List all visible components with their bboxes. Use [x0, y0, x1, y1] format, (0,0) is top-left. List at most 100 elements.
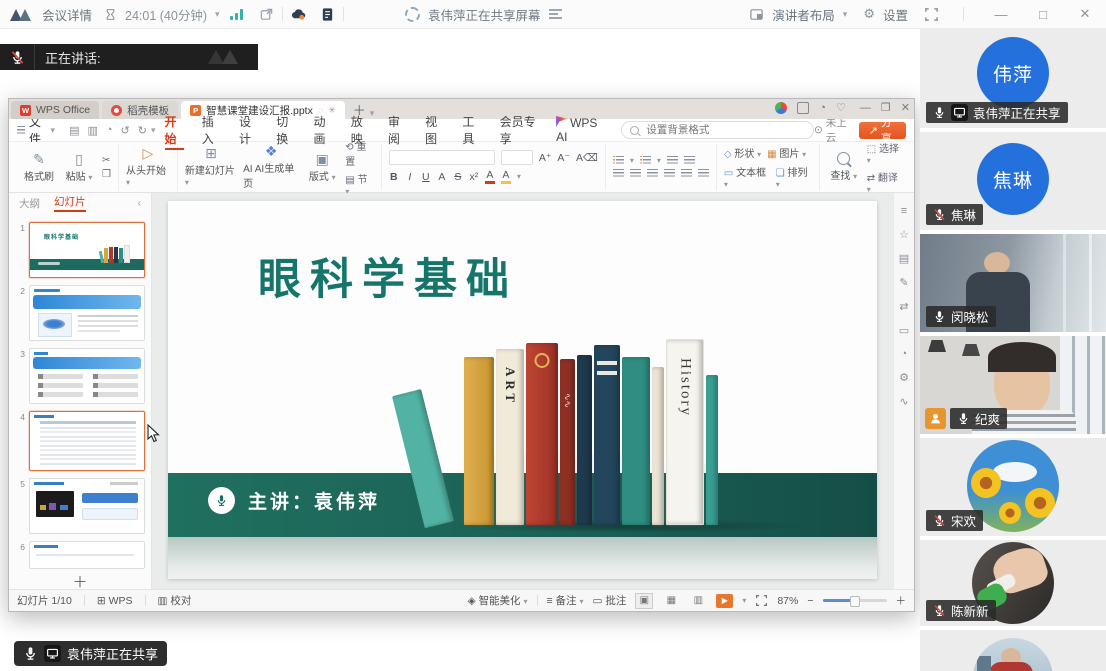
menu-transition[interactable]: 切换: [267, 113, 304, 147]
sharing-detail-icon[interactable]: [549, 9, 562, 19]
decrease-font-icon[interactable]: A⁻: [557, 152, 570, 164]
slideshow-button[interactable]: ▶: [716, 594, 733, 608]
find-button[interactable]: 查找 ▾: [827, 152, 861, 182]
menu-home[interactable]: 开始: [156, 113, 193, 147]
indent-icon[interactable]: [684, 156, 695, 165]
popout-icon[interactable]: [259, 7, 274, 22]
reading-view-button[interactable]: ▥: [689, 593, 707, 609]
font-color-button[interactable]: A: [485, 169, 495, 184]
italic-button[interactable]: I: [405, 171, 415, 183]
thumbnail-slide-6[interactable]: [29, 541, 145, 569]
thumbnail-slide-5[interactable]: [29, 478, 145, 534]
sharing-overlay-chip[interactable]: 袁伟萍正在共享: [14, 641, 167, 666]
sync-status-icon[interactable]: ◔: [819, 102, 826, 114]
tab-outline[interactable]: 大纲: [19, 196, 40, 211]
font-size-select[interactable]: [501, 150, 533, 165]
fit-window-icon[interactable]: [755, 594, 768, 607]
slide-canvas[interactable]: 眼科学基础: [168, 201, 877, 579]
participant-tile-jishuang[interactable]: 纪爽: [920, 336, 1106, 434]
layout-button[interactable]: ▣版式 ▾: [305, 152, 339, 183]
cloud-status[interactable]: ⊙ 未上云: [814, 115, 849, 145]
tab-slides[interactable]: 幻灯片: [54, 194, 86, 212]
print-icon[interactable]: ▥: [87, 124, 97, 137]
command-search[interactable]: [621, 121, 814, 139]
thumbnail-slide-1[interactable]: 眼科学基础: [29, 222, 145, 278]
strikethrough-button[interactable]: S: [453, 171, 463, 183]
fullscreen-icon[interactable]: [924, 7, 939, 22]
participant-tile-minxiaosong[interactable]: 闵晓松: [920, 234, 1106, 332]
zoom-level[interactable]: 87%: [777, 595, 798, 607]
redo-icon[interactable]: ↻: [138, 124, 147, 137]
proofing-button[interactable]: ▥ 校对: [158, 593, 192, 608]
meeting-details-button[interactable]: 会议详情: [42, 5, 92, 24]
undo-icon[interactable]: ↺: [121, 124, 130, 137]
tab-wps-office[interactable]: W WPS Office: [11, 101, 99, 119]
font-name-select[interactable]: [389, 150, 495, 165]
arrange-button[interactable]: ❏ 排列 ▾: [776, 164, 812, 190]
collapse-panel-icon[interactable]: ‹: [138, 197, 142, 209]
notes-button[interactable]: ≡ 备注 ▾: [547, 593, 584, 608]
transition-pane-icon[interactable]: ⇄: [899, 300, 908, 313]
maximize-button[interactable]: □: [1030, 7, 1056, 22]
superscript-button[interactable]: x²: [469, 171, 479, 183]
wps-close-button[interactable]: ✕: [901, 101, 910, 114]
search-input[interactable]: [644, 123, 805, 137]
meeting-timer[interactable]: 24:01 (40分钟): [125, 5, 207, 24]
menu-slideshow[interactable]: 放映: [342, 113, 379, 147]
bold-button[interactable]: B: [389, 171, 399, 183]
history-pane-icon[interactable]: ◔: [901, 348, 908, 360]
underline-button[interactable]: U: [421, 171, 431, 183]
clear-format-icon[interactable]: A⌫: [576, 152, 598, 164]
wps-restore-button[interactable]: ❐: [881, 101, 891, 114]
wps-minimize-button[interactable]: —: [860, 102, 871, 114]
copy-icon[interactable]: ❐: [102, 169, 111, 180]
textbox-button[interactable]: ▭ 文本框 ▾: [724, 164, 770, 190]
participant-tile-chenxinxin[interactable]: 陈新新: [920, 540, 1106, 626]
cloud-record-icon[interactable]: [291, 7, 306, 22]
zoom-out-button[interactable]: −: [807, 595, 813, 607]
meeting-doc-icon[interactable]: [320, 7, 335, 22]
participant-tile-partial[interactable]: [920, 630, 1106, 671]
menu-design[interactable]: 设计: [230, 113, 267, 147]
menu-member[interactable]: 会员专享: [491, 113, 547, 147]
add-slide-button[interactable]: ＋: [9, 571, 151, 589]
thumbnail-slide-4[interactable]: [29, 411, 145, 471]
outdent-icon[interactable]: [667, 156, 678, 165]
sorter-view-button[interactable]: ▦: [662, 593, 680, 609]
select-button[interactable]: ⬚ 选择 ▾: [867, 140, 901, 166]
network-signal-icon[interactable]: [230, 9, 243, 20]
minimize-button[interactable]: —: [988, 7, 1014, 22]
picture-button[interactable]: ▦ 图片 ▾: [767, 145, 806, 160]
menu-tools[interactable]: 工具: [453, 113, 490, 147]
align-center-icon[interactable]: [630, 169, 641, 178]
slide-title[interactable]: 眼科学基础: [258, 245, 518, 307]
comments-button[interactable]: ▭ 批注: [592, 593, 626, 608]
line-spacing-icon[interactable]: [681, 169, 692, 178]
paste-button[interactable]: ▯粘贴 ▾: [62, 152, 96, 183]
settings-button[interactable]: ⚙ 设置: [863, 5, 908, 24]
menu-view[interactable]: 视图: [416, 113, 453, 147]
align-left-icon[interactable]: [613, 169, 624, 178]
thumbnail-slide-2[interactable]: [29, 285, 145, 341]
menu-wps-ai[interactable]: WPS AI: [547, 116, 609, 144]
justify-icon[interactable]: [664, 169, 675, 178]
increase-font-icon[interactable]: A⁺: [539, 152, 552, 164]
object-pane-icon[interactable]: ▭: [899, 324, 909, 337]
numbering-icon[interactable]: [640, 156, 651, 165]
edit-pane-icon[interactable]: ✎: [899, 276, 908, 289]
normal-view-button[interactable]: ▣: [635, 593, 653, 609]
format-painter-button[interactable]: ✎格式刷: [22, 152, 56, 183]
assistant-icon[interactable]: ♡: [836, 101, 846, 114]
preview-icon[interactable]: ◔: [106, 124, 113, 136]
highlight-button[interactable]: A: [501, 169, 511, 184]
participant-tile-jiaolin[interactable]: 焦琳 焦琳: [920, 132, 1106, 230]
skin-center-icon[interactable]: [775, 102, 787, 114]
zoom-in-button[interactable]: ＋: [896, 593, 907, 608]
menu-insert[interactable]: 插入: [193, 113, 230, 147]
outline-pane-icon[interactable]: ≡: [901, 205, 907, 217]
thumbnail-slide-3[interactable]: [29, 348, 145, 404]
shapes-button[interactable]: ◇ 形状 ▾: [724, 145, 761, 160]
settings-pane-icon[interactable]: ⚙: [899, 371, 909, 384]
align-right-icon[interactable]: [647, 169, 658, 178]
zoom-slider[interactable]: [823, 599, 887, 602]
